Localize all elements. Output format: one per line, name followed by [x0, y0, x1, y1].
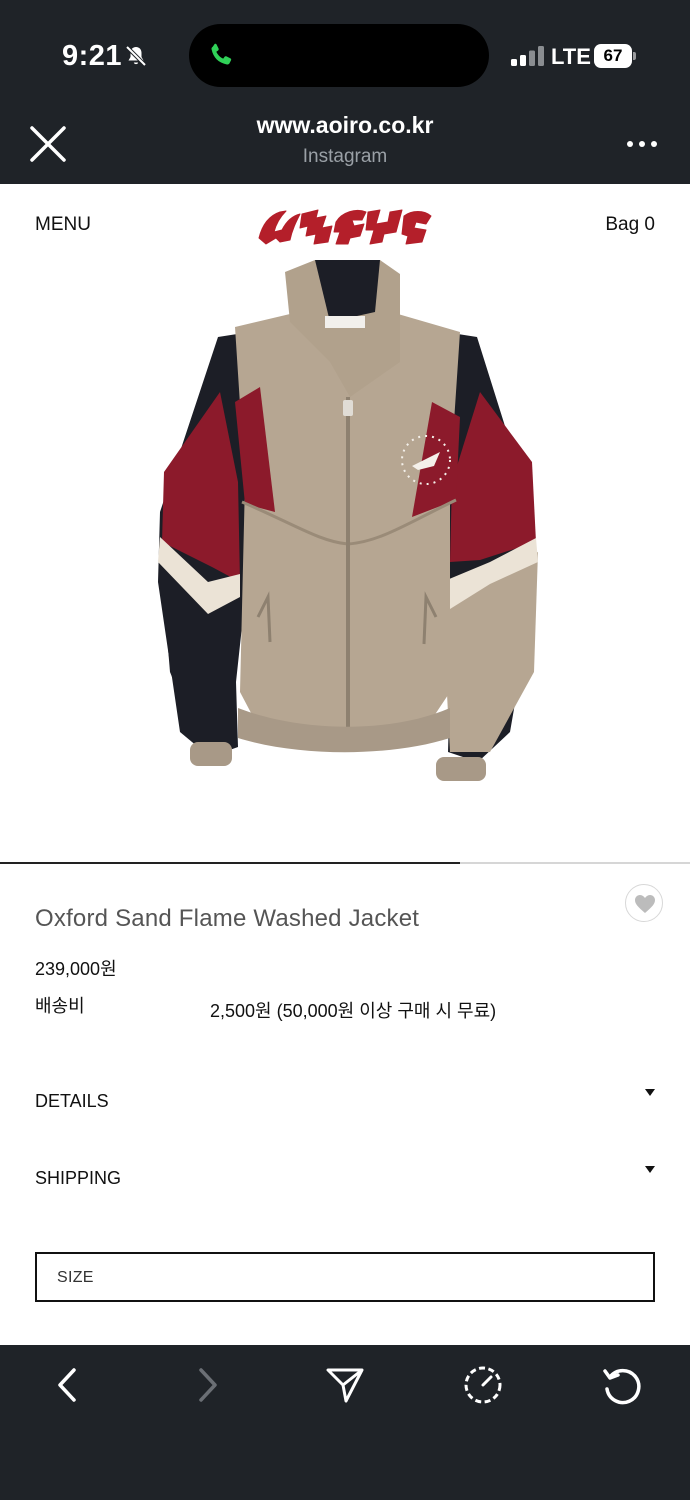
caret-down-icon [645, 1089, 655, 1096]
battery-tip [633, 52, 636, 60]
status-time: 9:21 [62, 40, 123, 72]
signal-icon [511, 46, 544, 66]
browser-toolbar [0, 1345, 690, 1500]
bell-slash-icon [125, 45, 147, 67]
shipping-accordion[interactable]: SHIPPING [35, 1164, 655, 1194]
forward-icon[interactable] [187, 1365, 227, 1405]
caret-down-icon [645, 1166, 655, 1173]
menu-link[interactable]: MENU [35, 214, 91, 236]
details-label: DETAILS [35, 1091, 109, 1111]
brand-logo[interactable] [256, 202, 434, 248]
browser-header: www.aoiro.co.kr Instagram [0, 112, 690, 184]
shipping-fee-value: 2,500원 (50,000원 이상 구매 시 무료) [210, 1001, 497, 1021]
browser-source: Instagram [302, 146, 388, 167]
shipping-fee-label: 배송비 [35, 996, 85, 1016]
wishlist-button[interactable] [625, 884, 663, 922]
gallery-progress-fill [0, 862, 461, 864]
phone-icon [211, 43, 232, 65]
battery-level: 67 [594, 44, 632, 68]
more-icon[interactable] [626, 136, 658, 152]
shipping-label: SHIPPING [35, 1168, 122, 1188]
product-title: Oxford Sand Flame Washed Jacket [35, 905, 420, 932]
network-type: LTE [551, 44, 591, 69]
dynamic-island[interactable] [189, 24, 489, 87]
battery-icon: 67 [594, 44, 636, 68]
details-accordion[interactable]: DETAILS [35, 1087, 655, 1117]
product-price: 239,000원 [35, 959, 117, 979]
size-select-label: SIZE [57, 1269, 94, 1286]
product-image[interactable] [150, 252, 545, 787]
back-icon[interactable] [48, 1365, 88, 1405]
status-bar: 9:21 LTE 67 [0, 0, 690, 112]
share-icon[interactable] [325, 1365, 365, 1405]
bag-link[interactable]: Bag 0 [605, 214, 655, 236]
gallery-progress-track [0, 862, 690, 864]
speed-icon[interactable] [463, 1365, 503, 1405]
size-select[interactable]: SIZE [35, 1252, 655, 1302]
heart-icon [635, 895, 655, 913]
reload-icon[interactable] [601, 1365, 641, 1405]
page-url[interactable]: www.aoiro.co.kr [0, 112, 690, 139]
